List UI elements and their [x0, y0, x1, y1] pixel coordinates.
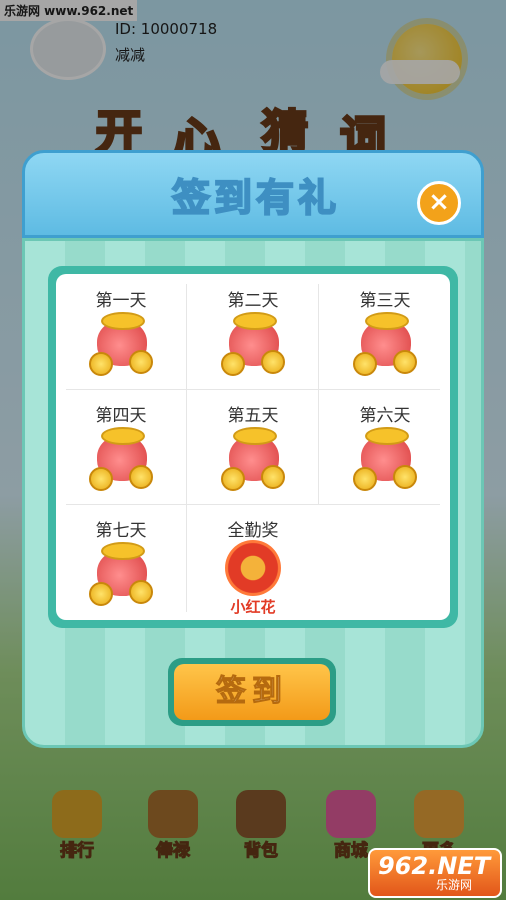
- grid-divider: [318, 284, 319, 504]
- coin-bag-icon: [221, 427, 285, 491]
- day-cell[interactable]: 第三天: [320, 274, 450, 389]
- sign-in-dialog: 签到有礼 × 第一天 第二天 第三天 第四天 第五天 第六天 第七天 全勤奖 小…: [22, 150, 484, 748]
- day-cell[interactable]: 第二天: [188, 274, 318, 389]
- brand-badge: 962.NET 乐游网: [368, 848, 502, 898]
- coin-bag-icon: [89, 312, 153, 376]
- coin-bag-icon: [89, 542, 153, 606]
- day-label: 第一天: [95, 291, 147, 311]
- day-cell[interactable]: 第六天: [320, 389, 450, 504]
- brand-text: 962.NET: [378, 852, 491, 880]
- full-attendance-label: 全勤奖: [227, 521, 279, 541]
- red-flower-icon: [225, 540, 281, 596]
- day-label: 第二天: [227, 291, 279, 311]
- reward-label: 小红花: [230, 598, 276, 616]
- day-cell[interactable]: 第四天: [56, 389, 186, 504]
- reward-grid: 第一天 第二天 第三天 第四天 第五天 第六天 第七天 全勤奖 小红花: [56, 274, 450, 620]
- close-icon[interactable]: ×: [417, 181, 461, 225]
- day-label: 第三天: [359, 291, 411, 311]
- coin-bag-icon: [353, 312, 417, 376]
- day-cell[interactable]: 第七天: [56, 504, 186, 619]
- coin-bag-icon: [353, 427, 417, 491]
- coin-bag-icon: [89, 427, 153, 491]
- sign-in-button[interactable]: 签到: [174, 664, 330, 720]
- day-label: 第四天: [95, 406, 147, 426]
- day-label: 第七天: [95, 521, 147, 541]
- dialog-header: 签到有礼 ×: [22, 150, 484, 238]
- day-label: 第五天: [227, 406, 279, 426]
- day-cell[interactable]: 第一天: [56, 274, 186, 389]
- day-cell[interactable]: 第五天: [188, 389, 318, 504]
- grid-divider: [186, 284, 187, 612]
- brand-sub: 乐游网: [436, 878, 473, 892]
- full-attendance-cell[interactable]: 全勤奖 小红花: [188, 504, 318, 619]
- day-label: 第六天: [359, 406, 411, 426]
- coin-bag-icon: [221, 312, 285, 376]
